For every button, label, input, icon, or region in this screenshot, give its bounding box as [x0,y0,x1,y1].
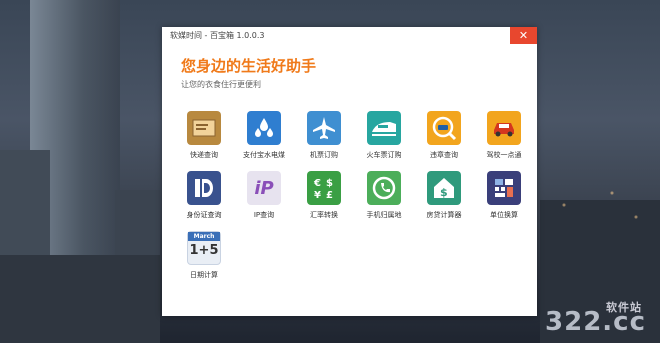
tool-label: 房贷计算器 [426,211,462,219]
train-icon [367,111,401,145]
page-heading: 您身边的生活好助手 [181,57,317,75]
toolbox-window: 软媒时间 - 百宝箱 1.0.0.3 ✕ 您身边的生活好助手 让您的衣食住行更便… [162,27,537,316]
tool-alipay-utilities[interactable]: 支付宝水电煤 [234,111,294,171]
page-subheading: 让您的衣食住行更便利 [181,80,261,89]
tool-ip-query[interactable]: iP IP查询 [234,171,294,231]
calendar-month: March [188,232,220,241]
tool-label: 快递查询 [190,151,218,159]
tool-unit-conversion[interactable]: 单位换算 [474,171,534,231]
calculator-icon [487,171,521,205]
car-icon [487,111,521,145]
tool-mortgage-calculator[interactable]: $ 房贷计算器 [414,171,474,231]
ip-icon: iP [247,171,281,205]
airplane-icon [307,111,341,145]
city-lights [540,175,660,235]
car-search-icon [427,111,461,145]
watermark-sub: 软件站 [606,301,642,314]
tool-phone-location[interactable]: 手机归属地 [354,171,414,231]
package-icon [187,111,221,145]
svg-text:€: € [313,178,321,189]
tool-label: IP查询 [253,211,275,219]
close-button[interactable]: ✕ [510,27,537,44]
house-dollar-icon: $ [427,171,461,205]
tool-label: 手机归属地 [366,211,402,219]
tool-grid: 快递查询 支付宝水电煤 机票订购 火车票订购 违章查询 驾校一点通 身份证查询 … [174,111,534,291]
tool-flight-booking[interactable]: 机票订购 [294,111,354,171]
tool-id-card-query[interactable]: 身份证查询 [174,171,234,231]
svg-text:¥: ¥ [314,190,321,201]
svg-text:$: $ [440,186,448,199]
window-title: 软媒时间 - 百宝箱 1.0.0.3 [170,31,265,40]
tool-currency-exchange[interactable]: € $ ¥ £ 汇率转换 [294,171,354,231]
tool-label: 日期计算 [190,271,218,279]
tool-train-booking[interactable]: 火车票订购 [354,111,414,171]
tool-label: 火车票订购 [366,151,402,159]
tool-label: 身份证查询 [186,211,222,219]
id-card-icon [187,171,221,205]
background-building [0,255,160,343]
tool-label: 违章查询 [430,151,458,159]
tool-label: 支付宝水电煤 [243,151,285,159]
calendar-text: 1+5 [189,243,219,258]
title-bar: 软媒时间 - 百宝箱 1.0.0.3 ✕ [162,27,537,44]
tool-label: 单位换算 [490,211,518,219]
tool-date-calculation[interactable]: March 1+5 日期计算 [174,231,234,291]
tool-driving-school[interactable]: 驾校一点通 [474,111,534,171]
svg-text:£: £ [326,190,333,201]
calendar-icon: March 1+5 [187,231,221,265]
tool-label: 机票订购 [310,151,338,159]
tool-label: 汇率转换 [310,211,338,219]
phone-search-icon [367,171,401,205]
tool-label: 驾校一点通 [486,151,522,159]
site-watermark: 322.cc 软件站 [545,301,646,337]
tool-express-query[interactable]: 快递查询 [174,111,234,171]
tool-traffic-violation[interactable]: 违章查询 [414,111,474,171]
currency-exchange-icon: € $ ¥ £ [307,171,341,205]
svg-text:$: $ [326,178,333,189]
water-drops-icon [247,111,281,145]
